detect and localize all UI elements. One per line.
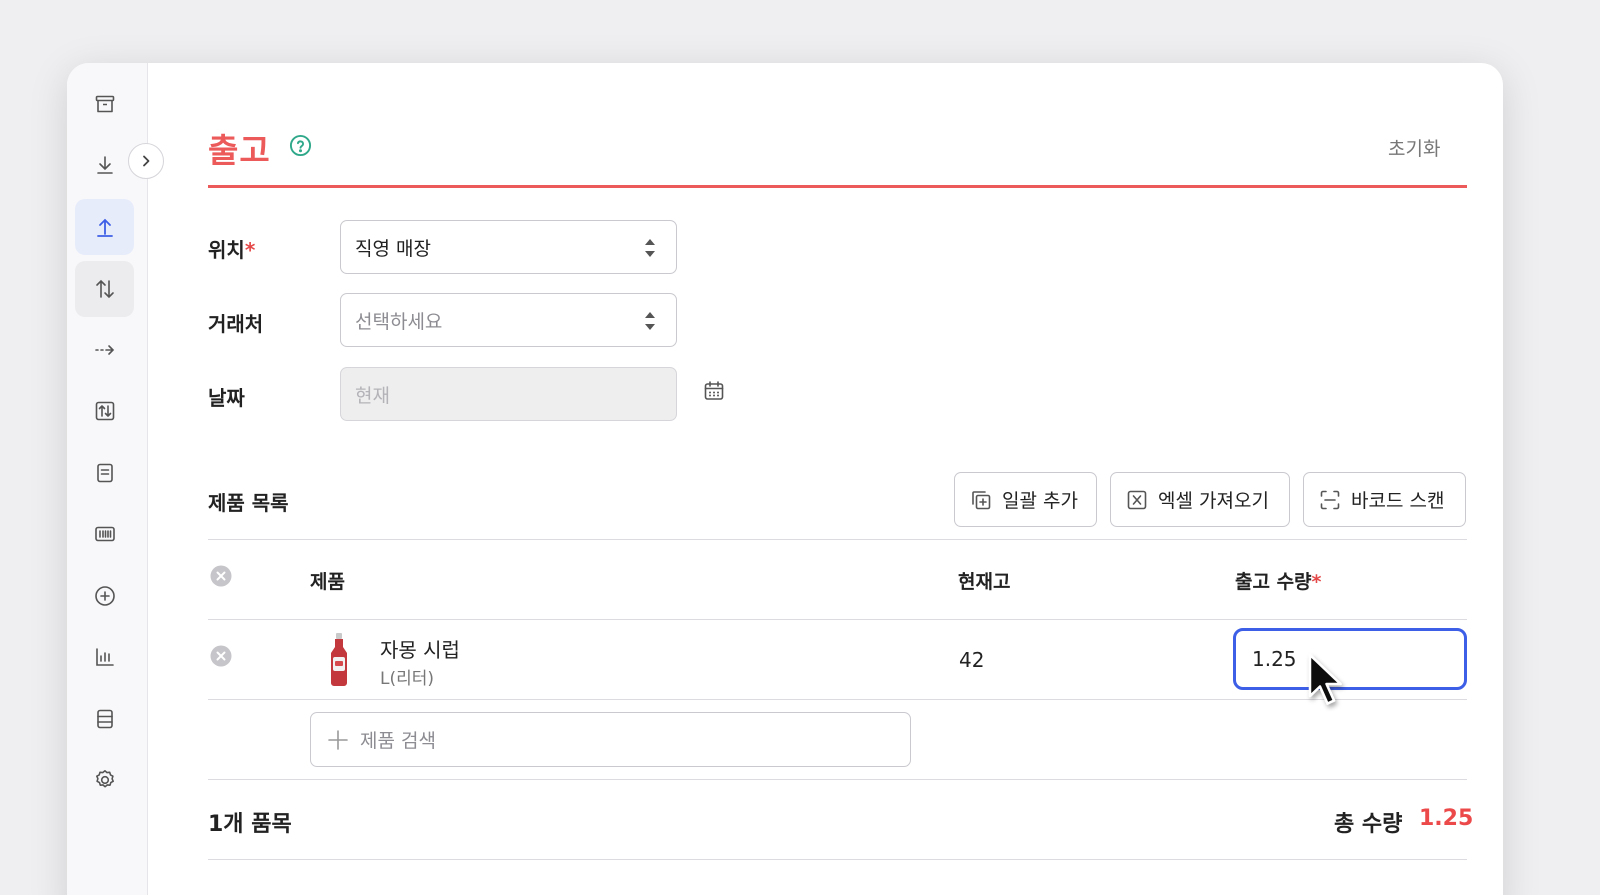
divider xyxy=(208,779,1467,780)
product-unit: L(리터) xyxy=(380,669,435,689)
download-icon xyxy=(96,156,113,174)
product-list-label: 제품 목록 xyxy=(208,491,289,515)
plus-icon xyxy=(328,729,348,750)
item-count: 1개 품목 xyxy=(208,812,292,837)
sidebar-item-documents[interactable] xyxy=(75,445,134,501)
plus-circle-icon xyxy=(94,586,115,606)
chevron-right-icon xyxy=(143,155,150,167)
location-value: 직영 매장 xyxy=(355,237,431,260)
column-header-product: 제품 xyxy=(310,571,345,593)
sidebar-item-transfer[interactable] xyxy=(75,261,134,317)
partner-placeholder: 선택하세요 xyxy=(355,310,443,333)
sidebar-expand-button[interactable] xyxy=(128,143,164,179)
bar-chart-icon xyxy=(95,648,114,666)
divider xyxy=(208,699,1467,700)
sidebar xyxy=(67,63,148,895)
database-icon xyxy=(96,709,113,729)
barcode-icon xyxy=(94,526,115,542)
remove-row-icon[interactable] xyxy=(210,645,232,667)
help-icon[interactable] xyxy=(289,134,312,157)
sort-arrows-icon xyxy=(645,312,655,330)
product-name: 자몽 시럽 xyxy=(380,638,460,662)
clear-all-icon[interactable] xyxy=(210,565,232,587)
calendar-icon[interactable] xyxy=(702,379,726,403)
sidebar-item-settings[interactable] xyxy=(75,752,134,808)
upload-icon xyxy=(96,218,113,237)
title-divider xyxy=(208,185,1467,188)
partner-select[interactable]: 선택하세요 xyxy=(340,293,677,347)
sidebar-item-stats[interactable] xyxy=(75,629,134,685)
mouse-cursor-icon xyxy=(1308,653,1342,705)
total-quantity-value: 1.25 xyxy=(1419,806,1474,831)
sidebar-item-inbound[interactable] xyxy=(75,137,134,193)
sidebar-item-data[interactable] xyxy=(75,691,134,747)
excel-icon xyxy=(1127,490,1147,509)
sort-arrows-icon xyxy=(645,239,655,257)
transfer-icon xyxy=(95,279,114,299)
date-field: 현재 xyxy=(340,367,677,421)
divider xyxy=(208,539,1467,540)
sidebar-item-inventory[interactable] xyxy=(75,76,134,132)
adjust-icon xyxy=(95,401,114,421)
sidebar-item-add[interactable] xyxy=(75,568,134,624)
bulk-add-icon xyxy=(972,490,991,509)
date-label: 날짜 xyxy=(208,386,245,410)
sidebar-item-barcode[interactable] xyxy=(75,506,134,562)
reset-button[interactable]: 초기화 xyxy=(1388,134,1440,161)
sidebar-item-move[interactable] xyxy=(75,322,134,378)
page-title: 출고 xyxy=(208,131,271,170)
sidebar-item-adjust[interactable] xyxy=(75,383,134,439)
partner-label: 거래처 xyxy=(208,312,264,336)
column-header-quantity: 출고 수량* xyxy=(1235,571,1322,593)
divider xyxy=(208,859,1467,860)
product-search-input[interactable]: 제품 검색 xyxy=(310,712,911,767)
date-placeholder: 현재 xyxy=(355,384,390,407)
box-icon xyxy=(95,95,114,113)
location-label: 위치* xyxy=(208,238,256,262)
divider xyxy=(208,619,1467,620)
location-select[interactable]: 직영 매장 xyxy=(340,220,677,274)
excel-import-button[interactable]: 엑셀 가져오기 xyxy=(1110,472,1290,527)
current-stock: 42 xyxy=(959,648,985,672)
barcode-scan-button[interactable]: 바코드 스캔 xyxy=(1303,472,1466,527)
settings-icon xyxy=(95,770,114,788)
total-quantity-label: 총 수량 xyxy=(1334,812,1403,837)
document-icon xyxy=(96,463,113,483)
move-arrow-icon xyxy=(94,345,114,355)
scan-icon xyxy=(1320,490,1340,509)
product-thumbnail xyxy=(331,633,347,686)
bulk-add-button[interactable]: 일괄 추가 xyxy=(954,472,1097,527)
sidebar-item-outbound[interactable] xyxy=(75,199,134,255)
column-header-stock: 현재고 xyxy=(958,571,1011,593)
